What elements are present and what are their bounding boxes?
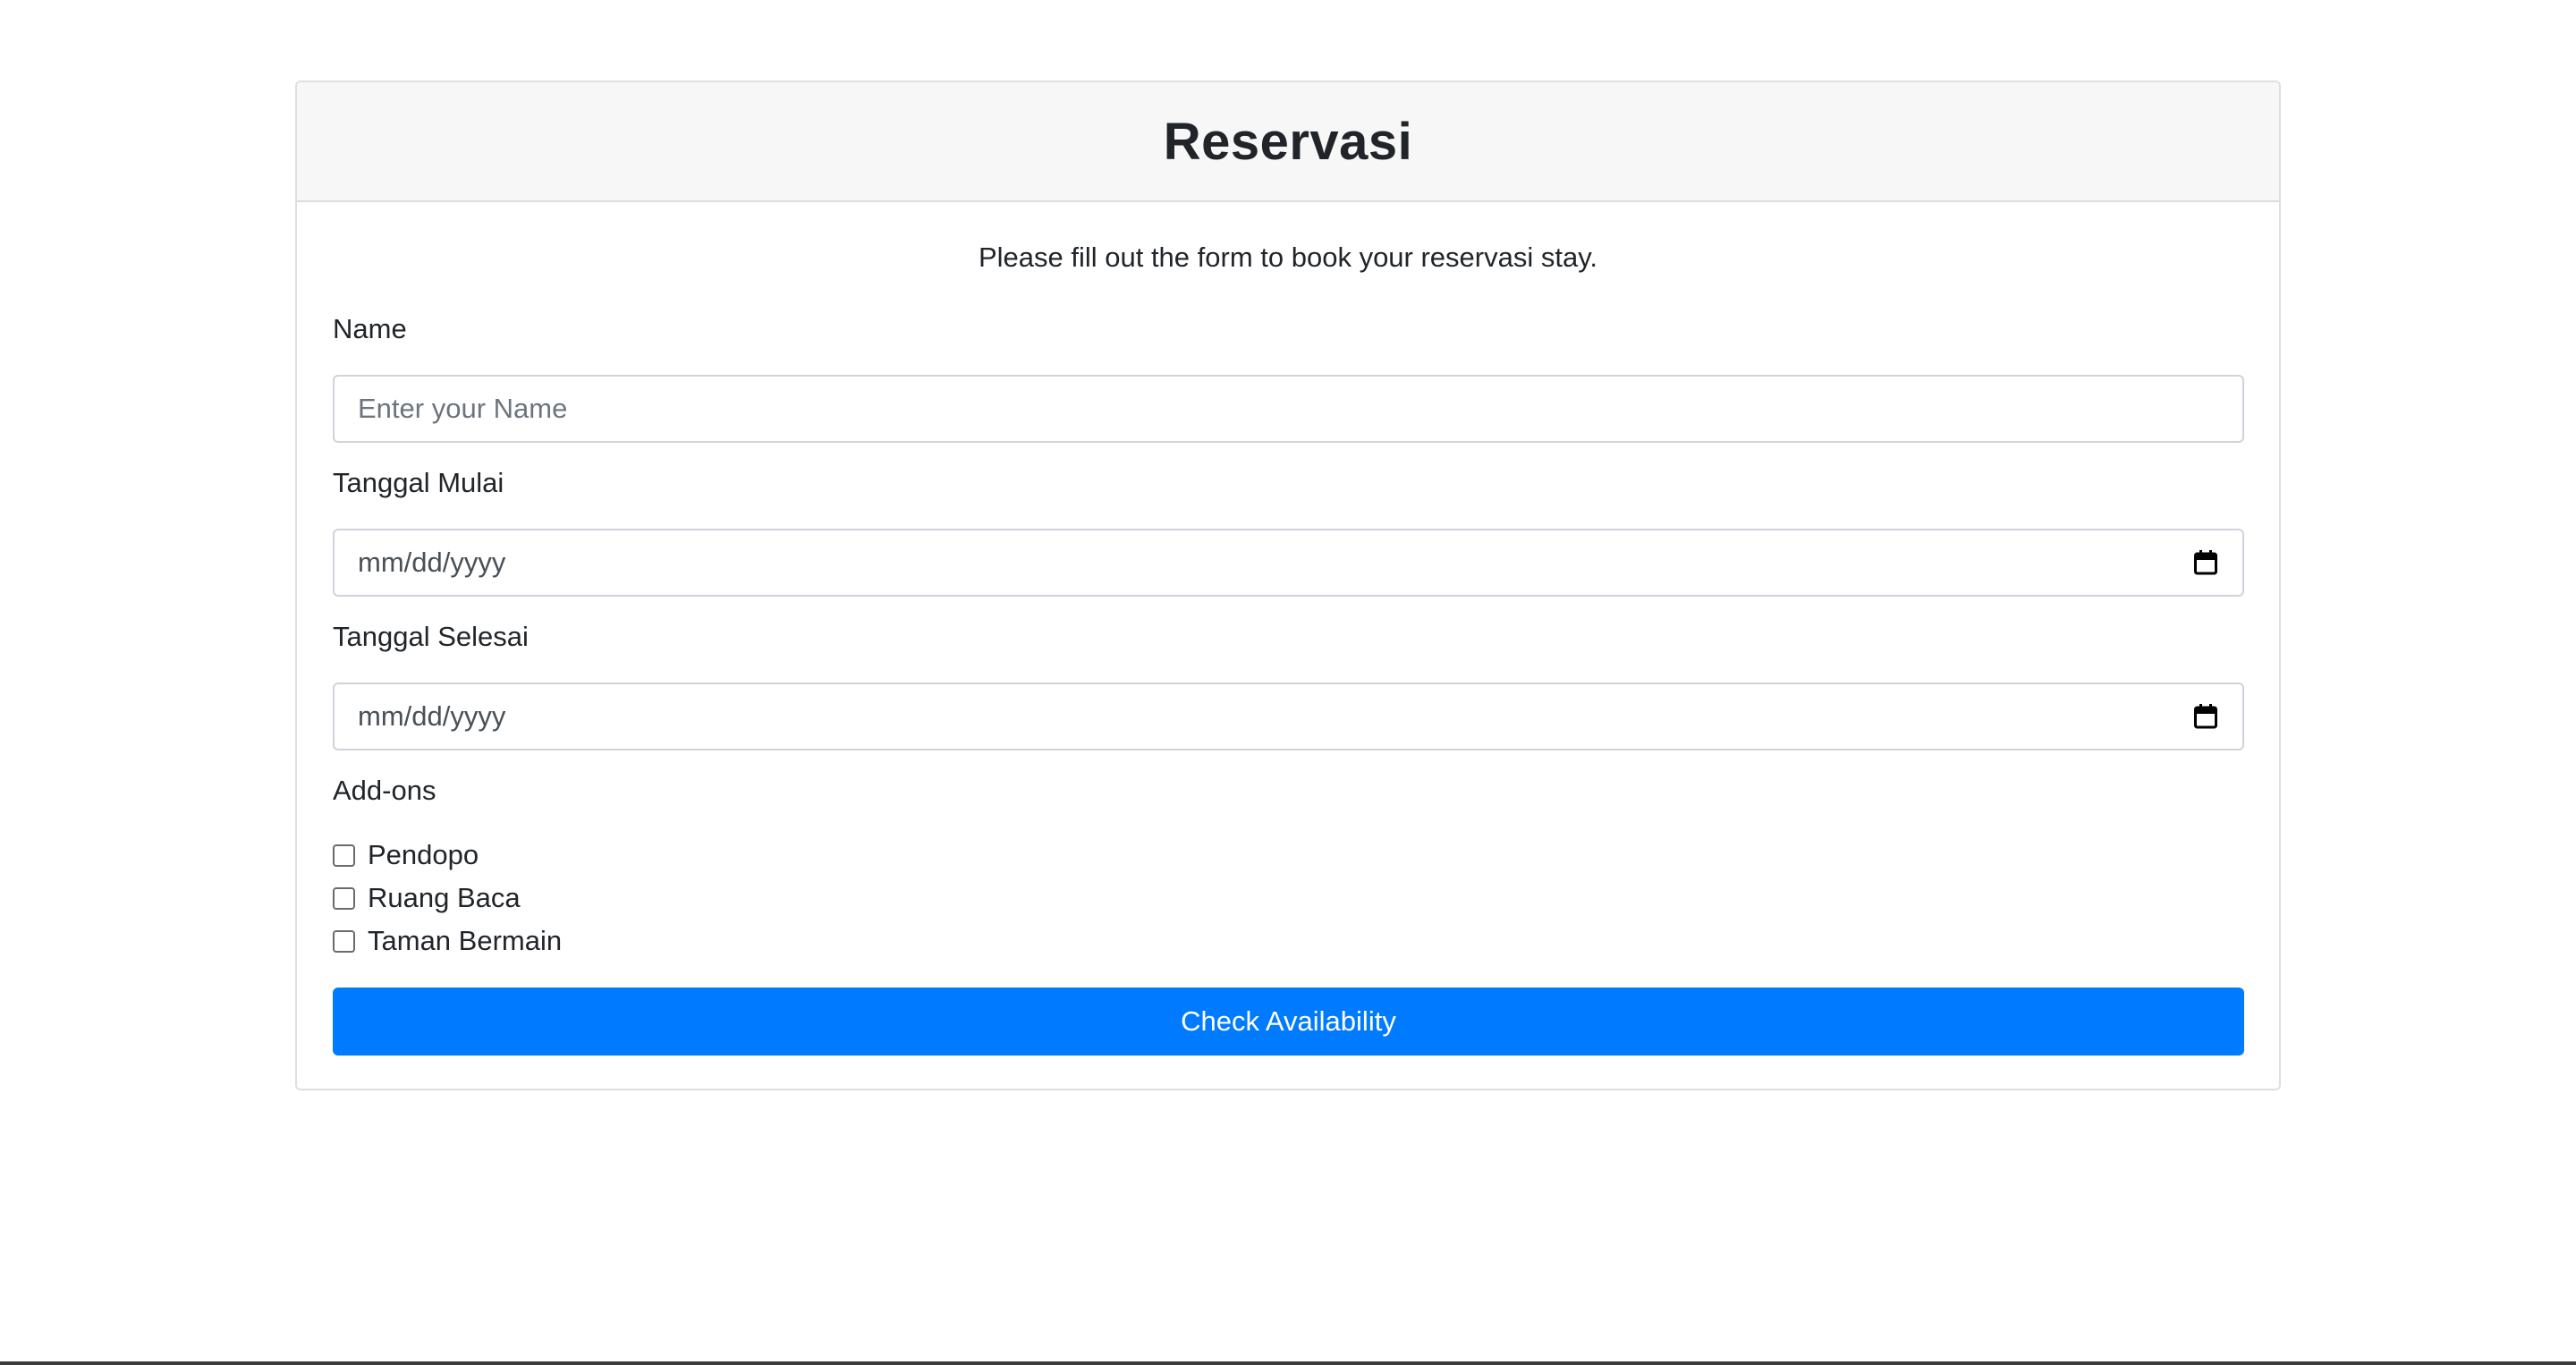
addon-ruang-baca-label: Ruang Baca [368, 882, 521, 913]
addon-pendopo-label: Pendopo [368, 839, 479, 870]
page-title: Reservasi [1163, 112, 1413, 171]
end-date-placeholder: mm/dd/yyyy [358, 700, 506, 732]
end-date-label: Tanggal Selesai [333, 621, 529, 652]
check-availability-button[interactable]: Check Availability [333, 988, 2244, 1056]
start-date-placeholder: mm/dd/yyyy [358, 547, 506, 578]
reservation-card: Reservasi Please fill out the form to bo… [295, 81, 2281, 1090]
addon-pendopo-checkbox[interactable] [333, 844, 355, 867]
addon-ruang-baca[interactable]: Ruang Baca [333, 882, 521, 914]
addon-taman-bermain[interactable]: Taman Bermain [333, 925, 562, 957]
calendar-icon[interactable] [2194, 550, 2217, 575]
addon-taman-bermain-label: Taman Bermain [368, 925, 563, 956]
form-intro: Please fill out the form to book your re… [978, 242, 1598, 273]
calendar-icon[interactable] [2194, 704, 2217, 729]
addon-ruang-baca-checkbox[interactable] [333, 886, 355, 910]
bottom-divider [0, 1361, 2576, 1365]
start-date-input[interactable]: mm/dd/yyyy [333, 529, 2244, 597]
reservation-form: Please fill out the form to book your re… [297, 202, 2279, 1089]
name-label: Name [333, 313, 407, 344]
addons-label: Add-ons [333, 775, 436, 806]
start-date-label: Tanggal Mulai [333, 467, 504, 498]
end-date-input[interactable]: mm/dd/yyyy [333, 682, 2244, 750]
addon-taman-bermain-checkbox[interactable] [333, 929, 355, 953]
addon-pendopo[interactable]: Pendopo [333, 839, 479, 871]
card-header: Reservasi [297, 82, 2279, 202]
name-input[interactable] [333, 375, 2244, 443]
